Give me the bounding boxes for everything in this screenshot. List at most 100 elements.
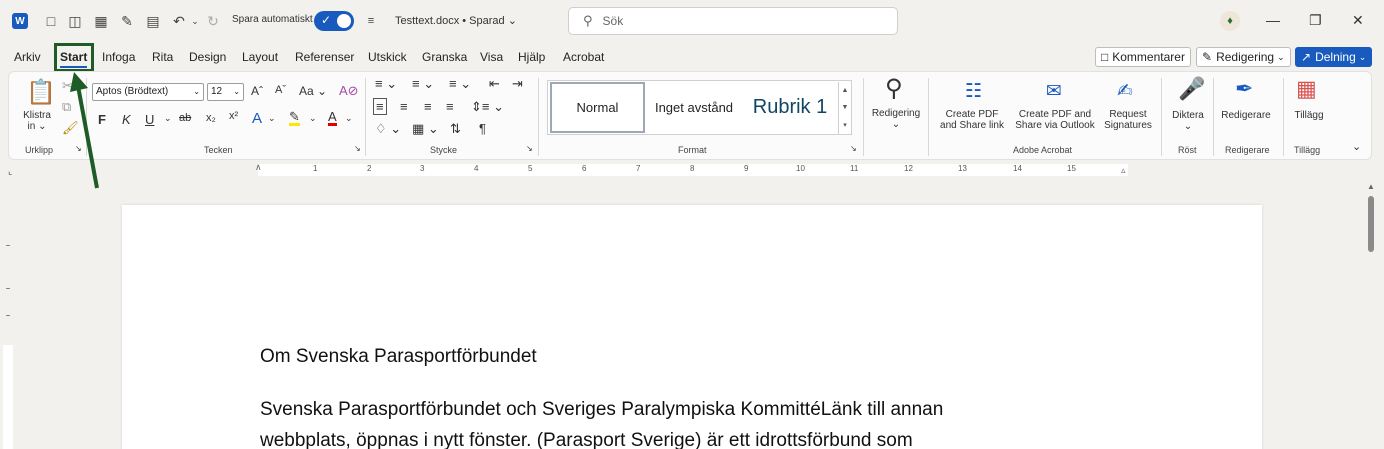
microphone-icon[interactable]: 🎤 xyxy=(1178,76,1205,102)
customize-toolbar-icon[interactable]: ≡ xyxy=(362,12,380,30)
more-styles-icon[interactable]: ▾ xyxy=(843,121,847,129)
ruler-number: 13 xyxy=(958,164,967,173)
chevron-down-icon[interactable]: ⌄ xyxy=(345,113,353,124)
redo-icon[interactable]: ↻ xyxy=(204,12,222,30)
font-dialog-launcher-icon[interactable]: ↘ xyxy=(354,144,361,153)
print-preview-icon[interactable]: ▤ xyxy=(144,12,162,30)
tab-granska[interactable]: Granska xyxy=(422,50,467,64)
style-heading-1[interactable]: Rubrik 1 xyxy=(746,81,834,134)
tab-design[interactable]: Design xyxy=(189,50,226,64)
chevron-down-icon[interactable]: ⌄ xyxy=(164,113,172,124)
borders-icon[interactable]: ▦ ⌄ xyxy=(412,121,439,137)
scroll-thumb[interactable] xyxy=(1368,196,1374,252)
styles-gallery-scroll[interactable]: ▲ ▼ ▾ xyxy=(838,82,851,134)
document-title[interactable]: Testtext.docx • Sparad ⌄ xyxy=(395,14,517,27)
align-center-icon[interactable]: ≡ xyxy=(400,99,408,114)
increase-indent-icon[interactable]: ⇥ xyxy=(512,76,523,92)
share-button[interactable]: ↗ Delning ⌄ xyxy=(1295,47,1373,67)
tab-referenser[interactable]: Referenser xyxy=(295,50,354,64)
highlight-color-icon[interactable]: ✎ xyxy=(289,110,300,126)
document-body[interactable]: Svenska Parasportförbundet och Sveriges … xyxy=(260,394,1080,449)
align-left-icon[interactable]: ≡ xyxy=(373,98,387,115)
shrink-font-icon[interactable]: Aˇ xyxy=(275,84,286,96)
add-ins-button[interactable]: Tillägg xyxy=(1287,110,1331,121)
pdf-link-icon[interactable]: ☷ xyxy=(965,80,982,103)
align-right-icon[interactable]: ≡ xyxy=(424,99,432,114)
tab-hjalp[interactable]: Hjälp xyxy=(518,50,545,64)
vertical-scrollbar[interactable]: ▲ xyxy=(1364,180,1378,449)
italic-button[interactable]: K xyxy=(122,112,131,127)
multilevel-list-icon[interactable]: ≡ ⌄ xyxy=(449,76,471,92)
create-pdf-outlook-button[interactable]: Create PDF and Share via Outlook xyxy=(1010,109,1100,131)
pdf-outlook-icon[interactable]: ✉ xyxy=(1046,80,1062,103)
tab-arkiv[interactable]: Arkiv xyxy=(14,50,41,64)
tab-rita[interactable]: Rita xyxy=(152,50,173,64)
decrease-indent-icon[interactable]: ⇤ xyxy=(489,76,500,92)
sort-icon[interactable]: ⇅ xyxy=(450,121,461,137)
subscript-icon[interactable]: x₂ xyxy=(206,112,216,124)
style-no-spacing[interactable]: Inget avstånd xyxy=(648,81,740,134)
open-folder-icon[interactable]: ◫ xyxy=(66,12,84,30)
editor-pen-icon[interactable]: ✒ xyxy=(1235,76,1253,102)
underline-button[interactable]: U xyxy=(145,112,154,127)
paragraph-dialog-launcher-icon[interactable]: ↘ xyxy=(526,144,533,153)
ruler-number: 3 xyxy=(420,164,425,173)
line-spacing-icon[interactable]: ⇕≡ ⌄ xyxy=(471,99,504,115)
chevron-down-icon[interactable]: ⌄ xyxy=(268,113,276,124)
close-icon[interactable]: ✕ xyxy=(1352,12,1364,29)
search-icon[interactable]: ⚲ xyxy=(885,74,903,103)
grow-font-icon[interactable]: Aˆ xyxy=(251,84,263,98)
right-indent-marker-icon[interactable]: ▵ xyxy=(1121,165,1126,176)
strikethrough-icon[interactable]: ab xyxy=(179,112,191,124)
justify-icon[interactable]: ≡ xyxy=(446,99,454,114)
shading-icon[interactable]: ♢ ⌄ xyxy=(375,121,401,137)
ruler-number: 6 xyxy=(582,164,587,173)
new-document-icon[interactable]: □ xyxy=(42,12,60,30)
comment-icon: □ xyxy=(1101,50,1109,64)
indent-marker-icon[interactable]: ∧ xyxy=(255,162,262,173)
tab-stop-selector-icon[interactable]: ⌞ xyxy=(8,166,12,177)
style-normal[interactable]: Normal xyxy=(550,82,645,133)
avatar[interactable]: ♦ xyxy=(1220,11,1240,31)
tab-visa[interactable]: Visa xyxy=(480,50,503,64)
comments-button[interactable]: □ Kommentarer xyxy=(1095,47,1191,67)
chevron-down-icon[interactable]: ▼ xyxy=(842,104,849,111)
edit-document-icon[interactable]: ✎ xyxy=(118,12,136,30)
font-color-icon[interactable]: A xyxy=(328,110,337,126)
save-icon[interactable]: ▦ xyxy=(92,12,110,30)
document-heading[interactable]: Om Svenska Parasportförbundet xyxy=(260,346,537,368)
tab-layout[interactable]: Layout xyxy=(242,50,278,64)
tab-utskick[interactable]: Utskick xyxy=(368,50,407,64)
text-effects-icon[interactable]: A xyxy=(252,110,262,127)
editor-button[interactable]: Redigerare xyxy=(1216,110,1276,121)
paste-button[interactable]: Klistra in ⌄ xyxy=(20,110,54,132)
search-input[interactable]: ⚲ Sök xyxy=(568,7,898,35)
undo-dropdown-icon[interactable]: ⌄ xyxy=(186,12,204,30)
show-formatting-marks-icon[interactable]: ¶ xyxy=(479,121,486,136)
change-case-icon[interactable]: Aa ⌄ xyxy=(299,84,327,98)
minimize-icon[interactable]: — xyxy=(1266,12,1280,28)
styles-dialog-launcher-icon[interactable]: ↘ xyxy=(850,144,857,153)
superscript-icon[interactable]: x² xyxy=(229,110,238,122)
dictate-button[interactable]: Diktera ⌄ xyxy=(1165,110,1211,132)
chevron-up-icon[interactable]: ▲ xyxy=(842,87,849,94)
numbering-icon[interactable]: ≡ ⌄ xyxy=(412,76,434,92)
tab-acrobat[interactable]: Acrobat xyxy=(563,50,604,64)
chevron-down-icon[interactable]: ⌄ xyxy=(309,113,317,124)
request-signatures-button[interactable]: Request Signatures xyxy=(1100,109,1156,131)
font-size-select[interactable]: 12 ⌄ xyxy=(207,83,244,101)
editing-button[interactable]: Redigering ⌄ xyxy=(866,108,926,130)
collapse-ribbon-icon[interactable]: ⌄ xyxy=(1352,140,1361,153)
create-pdf-share-link-button[interactable]: Create PDF and Share link xyxy=(936,109,1008,131)
editing-mode-button[interactable]: ✎ Redigering ⌄ xyxy=(1196,47,1291,67)
word-icon[interactable]: W xyxy=(12,13,28,29)
autosave-toggle[interactable]: ✓ xyxy=(314,11,354,31)
signature-icon[interactable]: ✍ xyxy=(1117,80,1133,103)
restore-icon[interactable]: ❐ xyxy=(1309,12,1322,29)
scroll-up-icon[interactable]: ▲ xyxy=(1367,182,1375,191)
clear-formatting-icon[interactable]: A⊘ xyxy=(339,83,359,99)
tab-infoga[interactable]: Infoga xyxy=(102,50,135,64)
paste-icon[interactable]: 📋 xyxy=(26,78,56,107)
bullets-icon[interactable]: ≡ ⌄ xyxy=(375,76,397,92)
add-ins-icon[interactable]: ▦ xyxy=(1296,76,1317,102)
